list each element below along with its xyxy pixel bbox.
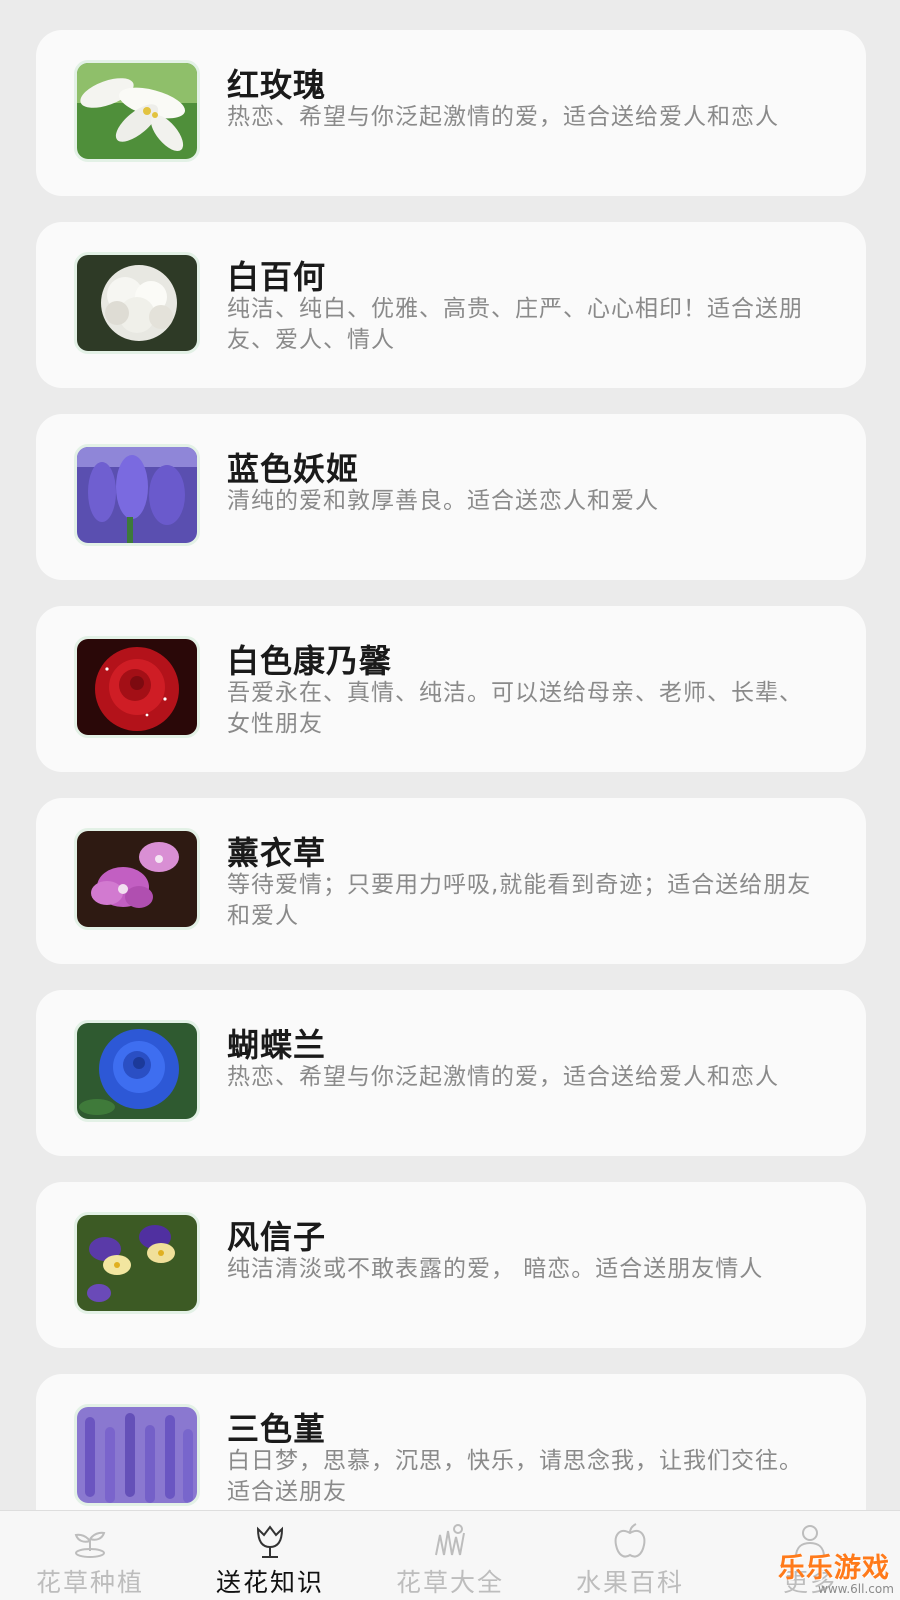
red-rose-photo — [77, 639, 197, 735]
flower-gift-page: 红玫瑰 热恋、希望与你泛起激情的爱，适合送给爱人和恋人 白百何 纯洁、纯白、优雅… — [0, 0, 900, 1600]
flower-description: 白日梦，思慕，沉思，快乐，请思念我，让我们交往。适合送朋友 — [227, 1448, 803, 1505]
flower-name: 白色康乃馨 — [227, 642, 393, 680]
list-item[interactable]: 红玫瑰 热恋、希望与你泛起激情的爱，适合送给爱人和恋人 — [36, 30, 866, 196]
tab-flower-encyclopedia[interactable]: 花草大全 — [360, 1511, 540, 1600]
flower-thumbnail — [74, 252, 200, 354]
flower-thumbnail — [74, 1212, 200, 1314]
list-item[interactable]: 白百何 纯洁、纯白、优雅、高贵、庄严、心心相印！适合送朋友、爱人、情人 — [36, 222, 866, 388]
tab-fruit-encyclopedia[interactable]: 水果百科 — [540, 1511, 720, 1600]
lavender-photo — [77, 1407, 197, 1503]
flower-thumbnail — [74, 444, 200, 546]
tab-planting[interactable]: 花草种植 — [0, 1511, 180, 1600]
flower-description: 吾爱永在、真情、纯洁。可以送给母亲、老师、长辈、女性朋友 — [227, 680, 803, 737]
flower-thumbnail — [74, 828, 200, 930]
flower-name: 白百何 — [227, 258, 327, 296]
flower-description: 纯洁清淡或不敢表露的爱， 暗恋。适合送朋友情人 — [227, 1256, 764, 1282]
flower-thumbnail — [74, 60, 200, 162]
blue-rose-photo — [77, 1023, 197, 1119]
flower-description: 热恋、希望与你泛起激情的爱，适合送给爱人和恋人 — [227, 104, 779, 130]
list-item[interactable]: 白色康乃馨 吾爱永在、真情、纯洁。可以送给母亲、老师、长辈、女性朋友 — [36, 606, 866, 772]
flower-description: 纯洁、纯白、优雅、高贵、庄严、心心相印！适合送朋友、爱人、情人 — [227, 296, 803, 353]
tab-label: 送花知识 — [215, 1568, 324, 1597]
bottom-tab-bar: 花草种植 送花知识 花草大全 水果百科 更多 — [0, 1510, 900, 1600]
flower-description: 热恋、希望与你泛起激情的爱，适合送给爱人和恋人 — [227, 1064, 779, 1090]
pansy-photo — [77, 1215, 197, 1311]
pink-orchid-photo — [77, 831, 197, 927]
flower-name: 蝴蝶兰 — [227, 1026, 327, 1064]
tab-gift-knowledge[interactable]: 送花知识 — [180, 1511, 360, 1600]
flower-thumbnail — [74, 636, 200, 738]
flower-name: 薰衣草 — [227, 834, 327, 872]
tab-label: 水果百科 — [575, 1568, 684, 1597]
list-item[interactable]: 风信子 纯洁清淡或不敢表露的爱， 暗恋。适合送朋友情人 — [36, 1182, 866, 1348]
purple-hyacinth-photo — [77, 447, 197, 543]
white-lily-photo — [77, 63, 197, 159]
white-carnation-photo — [77, 255, 197, 351]
sprout-icon — [74, 1531, 106, 1558]
flower-name: 蓝色妖姬 — [227, 450, 360, 488]
site-watermark: 乐乐游戏 — [778, 1553, 890, 1584]
flower-thumbnail — [74, 1404, 200, 1506]
flower-thumbnail — [74, 1020, 200, 1122]
flower-name: 风信子 — [227, 1218, 327, 1256]
apple-icon — [614, 1523, 646, 1558]
flower-description: 清纯的爱和敦厚善良。适合送恋人和爱人 — [227, 488, 659, 514]
flower-name: 三色堇 — [227, 1410, 327, 1448]
tab-label: 花草大全 — [395, 1568, 504, 1597]
list-item[interactable]: 薰衣草 等待爱情；只要用力呼吸,就能看到奇迹；适合送给朋友和爱人 — [36, 798, 866, 964]
list-item[interactable]: 三色堇 白日梦，思慕，沉思，快乐，请思念我，让我们交往。适合送朋友 — [36, 1374, 866, 1510]
flower-list[interactable]: 红玫瑰 热恋、希望与你泛起激情的爱，适合送给爱人和恋人 白百何 纯洁、纯白、优雅… — [0, 0, 900, 1510]
grass-icon — [435, 1524, 465, 1556]
list-item[interactable]: 蝴蝶兰 热恋、希望与你泛起激情的爱，适合送给爱人和恋人 — [36, 990, 866, 1156]
tab-label: 花草种植 — [35, 1568, 144, 1597]
flower-name: 红玫瑰 — [227, 66, 327, 104]
site-watermark-url: www.6ll.com — [818, 1582, 894, 1596]
list-item[interactable]: 蓝色妖姬 清纯的爱和敦厚善良。适合送恋人和爱人 — [36, 414, 866, 580]
tulip-icon — [256, 1525, 284, 1558]
flower-description: 等待爱情；只要用力呼吸,就能看到奇迹；适合送给朋友和爱人 — [227, 872, 812, 929]
